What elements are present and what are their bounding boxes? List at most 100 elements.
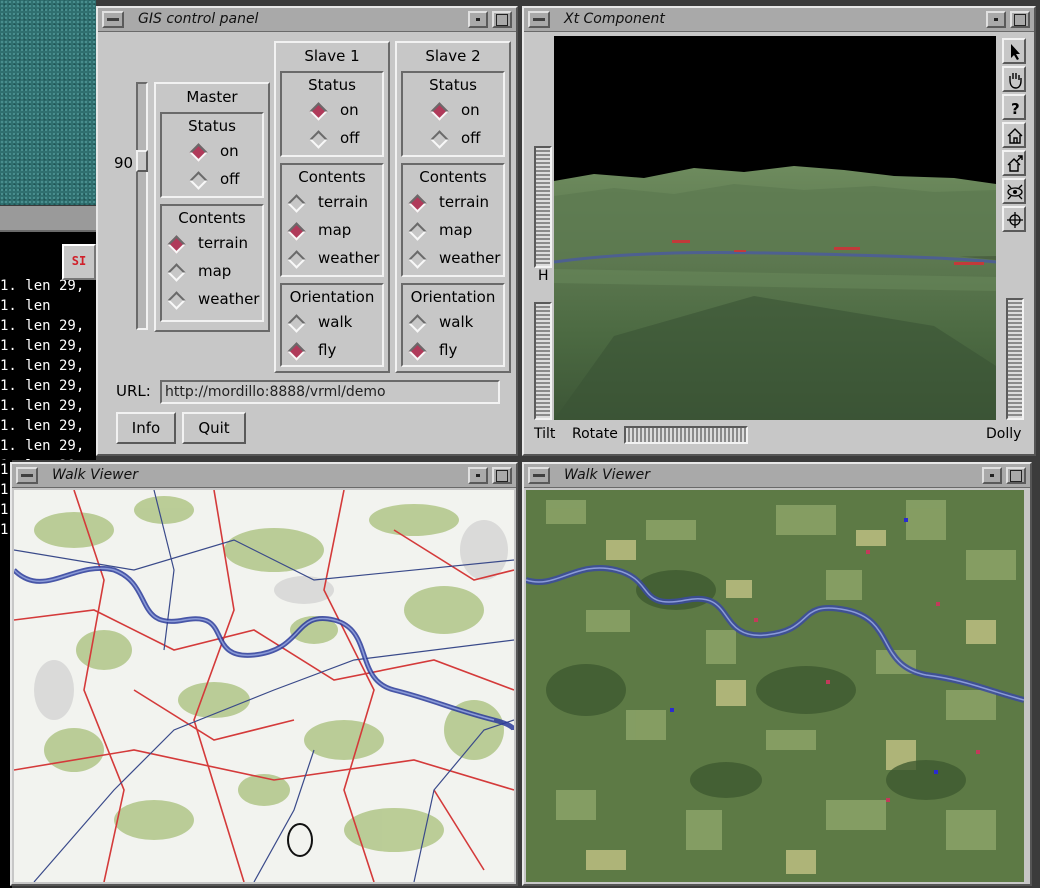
- slave2-status-group: Status on off: [401, 71, 505, 157]
- terrain-3d-view[interactable]: [554, 36, 996, 420]
- radio-label: on: [340, 101, 359, 119]
- radio-indicator: [408, 314, 427, 333]
- terminal-line: 1. len 29,: [0, 378, 85, 394]
- maximize-button[interactable]: [1006, 467, 1026, 484]
- radio-label: weather: [439, 249, 501, 267]
- minimize-button[interactable]: [468, 467, 488, 484]
- window-title: Walk Viewer: [564, 467, 651, 483]
- window-menu-button[interactable]: [528, 467, 550, 484]
- maximize-button[interactable]: [492, 11, 512, 28]
- rotate-thumbwheel[interactable]: [624, 426, 748, 444]
- terrain-3d-render: [554, 36, 996, 420]
- slave2-title: Slave 2: [425, 47, 481, 65]
- master-title: Master: [186, 88, 238, 106]
- radio-indicator: [408, 250, 427, 269]
- slider-value-label: 90: [114, 154, 134, 172]
- set-home-icon[interactable]: [1002, 150, 1026, 176]
- terminal-output: 1. len 29, 1. len 1. len 29, 1. len 29, 1. l…: [0, 276, 96, 460]
- radio-label: on: [461, 101, 480, 119]
- radio-label: off: [220, 170, 240, 188]
- hand-icon[interactable]: [1002, 66, 1026, 92]
- url-label: URL:: [116, 382, 151, 400]
- terminal-line: 1. len 29,: [0, 456, 96, 460]
- window-menu-button[interactable]: [102, 11, 124, 28]
- gis-panel-titlebar[interactable]: GIS control panel: [98, 8, 516, 32]
- maximize-button[interactable]: [492, 467, 512, 484]
- radio-label: terrain: [439, 193, 490, 211]
- satellite-image-render: [526, 490, 1024, 882]
- value-slider[interactable]: [136, 82, 148, 330]
- slave1-frame: Slave 1 Status on off Contents terrain m…: [274, 41, 390, 373]
- tilt-label: Tilt: [534, 426, 556, 442]
- slave2-status-title: Status: [429, 76, 477, 94]
- satellite-view[interactable]: [526, 490, 1024, 882]
- seek-icon[interactable]: [1002, 206, 1026, 232]
- minimize-button[interactable]: [468, 11, 488, 28]
- window-title: Walk Viewer: [52, 467, 139, 483]
- radio-indicator: [167, 263, 186, 282]
- radio-label: map: [198, 262, 232, 280]
- minimize-button[interactable]: [982, 467, 1002, 484]
- home-icon[interactable]: [1002, 122, 1026, 148]
- tilt-thumbwheel[interactable]: [534, 302, 552, 420]
- tilt-thumbwheel-upper[interactable]: [534, 146, 552, 268]
- map-view[interactable]: [14, 490, 514, 882]
- view-all-icon[interactable]: [1002, 178, 1026, 204]
- radio-indicator: [287, 314, 306, 333]
- maximize-button[interactable]: [1010, 11, 1030, 28]
- radio-indicator: [167, 291, 186, 310]
- master-frame: Master Status on off Contents terrain ma…: [154, 82, 270, 332]
- terminal-button[interactable]: SI: [62, 244, 96, 280]
- dolly-label: Dolly: [986, 426, 1022, 442]
- radio-label: off: [340, 129, 360, 147]
- window-menu-button[interactable]: [16, 467, 38, 484]
- radio-label: terrain: [318, 193, 369, 211]
- master-status-group: Status on off: [160, 112, 264, 198]
- arrow-pointer-icon[interactable]: [1002, 38, 1026, 64]
- gis-control-panel-window: GIS control panel 90 Master Status on of…: [96, 6, 518, 456]
- svg-text:?: ?: [1011, 100, 1020, 118]
- window-menu-button[interactable]: [528, 11, 550, 28]
- slave1-contents-title: Contents: [298, 168, 366, 186]
- dolly-thumbwheel[interactable]: [1006, 298, 1024, 420]
- minimize-button[interactable]: [986, 11, 1006, 28]
- url-input[interactable]: http://mordillo:8888/vrml/demo: [160, 380, 500, 404]
- radio-label: map: [439, 221, 473, 239]
- radio-indicator: [287, 250, 306, 269]
- terminal-window: 1. len 29, 1. len 1. len 29, 1. len 29, 1. l…: [0, 232, 96, 460]
- walk-viewer-satellite-window: Walk Viewer: [522, 462, 1032, 886]
- slave1-status-group: Status on off: [280, 71, 384, 157]
- radio-label: fly: [439, 341, 458, 359]
- quit-button[interactable]: Quit: [182, 412, 246, 444]
- terminal-line: 1. len 29,: [0, 438, 85, 454]
- radio-label: walk: [439, 313, 474, 331]
- slider-thumb[interactable]: [136, 150, 148, 172]
- radio-indicator: [189, 143, 208, 162]
- terminal-line: 1. len 29,: [0, 338, 85, 354]
- radio-label: weather: [318, 249, 380, 267]
- slave2-contents-group: Contents terrain map weather: [401, 163, 505, 277]
- terminal-line: 1. len 29,: [0, 318, 85, 334]
- radio-indicator: [408, 194, 427, 213]
- walk-viewer-titlebar[interactable]: Walk Viewer: [524, 464, 1030, 488]
- xt-component-titlebar[interactable]: Xt Component: [524, 8, 1034, 32]
- viewer-toolbar: ?: [1002, 38, 1028, 238]
- window-title: Xt Component: [564, 11, 665, 27]
- radio-indicator: [408, 222, 427, 241]
- radio-indicator: [167, 235, 186, 254]
- radio-indicator: [430, 130, 449, 149]
- info-button[interactable]: Info: [116, 412, 176, 444]
- master-contents-group: Contents terrain map weather: [160, 204, 264, 322]
- terminal-titlebar: [0, 206, 96, 232]
- walk-viewer-titlebar[interactable]: Walk Viewer: [12, 464, 516, 488]
- slave2-contents-title: Contents: [419, 168, 487, 186]
- terminal-line: 1. len 29,: [0, 418, 85, 434]
- radio-label: weather: [198, 290, 260, 308]
- rotate-label: Rotate: [572, 426, 618, 442]
- window-title: GIS control panel: [138, 11, 259, 27]
- desktop-background: [0, 0, 96, 205]
- radio-indicator: [189, 171, 208, 190]
- terminal-line: 1. len 29,: [0, 398, 85, 414]
- help-icon[interactable]: ?: [1002, 94, 1026, 120]
- walk-viewer-map-window: Walk Viewer: [10, 462, 518, 886]
